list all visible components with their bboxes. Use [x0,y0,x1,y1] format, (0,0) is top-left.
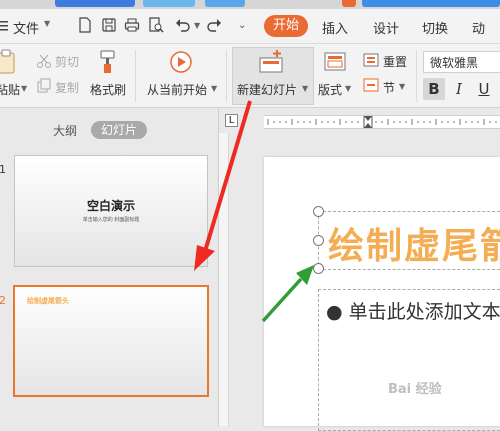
red-arrow-head [194,245,215,271]
red-arrow-shaft [201,100,252,259]
green-arrow-shaft [261,277,303,323]
annotation-overlay [194,100,314,323]
watermark: Bai 经验 [388,382,442,397]
